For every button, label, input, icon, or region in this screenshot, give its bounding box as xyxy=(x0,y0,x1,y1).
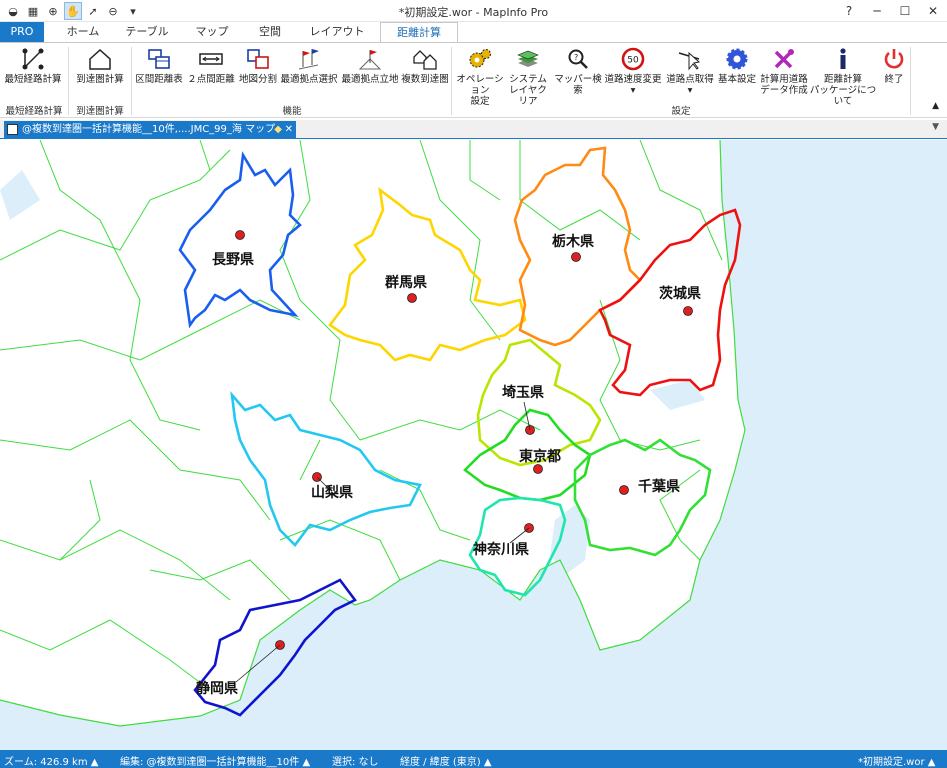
label-saitama: 埼玉県 xyxy=(502,384,544,401)
tab-list-dropdown-icon[interactable]: ▼ xyxy=(932,122,939,132)
tab-spatial[interactable]: 空間 xyxy=(250,22,290,42)
label-shizuoka: 静岡県 xyxy=(196,680,238,697)
tab-close-icon[interactable]: ✕ xyxy=(285,121,293,139)
customize-dropdown-icon[interactable]: ▾ xyxy=(124,2,142,20)
gears-icon xyxy=(469,49,491,68)
optimal-site-select-button[interactable]: 最適拠点選択 xyxy=(279,45,339,103)
marker-tokyo[interactable] xyxy=(533,464,543,474)
speed-icon: 50 xyxy=(621,47,645,71)
about-package-button[interactable]: 距離計算 パッケージについて xyxy=(806,45,880,107)
map-window-icon xyxy=(7,124,18,135)
shortest-route-button[interactable]: 最短経路計算 xyxy=(2,45,64,103)
table-icon xyxy=(148,49,170,69)
tools-icon xyxy=(774,49,794,69)
tab-distance-calc[interactable]: 距離計算 xyxy=(380,22,458,42)
section-distance-table-button[interactable]: 区間距離表 xyxy=(134,45,184,103)
group-label-shortest-route: 最短経路計算 xyxy=(5,106,63,117)
exit-button[interactable]: 終了 xyxy=(880,45,908,103)
label-chiba: 千葉県 xyxy=(638,478,680,495)
operation-settings-button[interactable]: オペレーション 設定 xyxy=(452,45,508,107)
split-icon xyxy=(247,49,269,69)
map-svg[interactable]: 長野県 群馬県 栃木県 茨城県 埼玉県 東京都 千葉県 山梨県 神奈川県 静岡県 xyxy=(0,140,947,750)
group-label-functions: 機能 xyxy=(282,106,302,117)
maximize-icon[interactable]: ☐ xyxy=(891,0,919,22)
power-icon xyxy=(884,49,904,69)
document-tab-bar: @複数到達圏一括計算機能__10件,....JMC_99_海 マップ ◆ ✕ ▼ xyxy=(0,120,947,139)
edit-status[interactable]: 編集: @複数到達圏一括計算機能__10件 ▲ xyxy=(120,753,310,768)
multi-reach-area-button[interactable]: 複数到達圏 xyxy=(400,45,450,103)
separator xyxy=(131,47,132,115)
chevron-down-icon[interactable]: ▾ xyxy=(604,85,662,96)
map-split-button[interactable]: 地図分割 xyxy=(238,45,278,103)
road-point-get-button[interactable]: 道路点取得 ▾ xyxy=(664,45,716,103)
title-bar: ◒ ▦ ⊕ ✋ ➚ ⊖ ▾ *初期設定.wor - MapInfo Pro ? … xyxy=(0,0,947,22)
search-icon: ? xyxy=(568,49,588,69)
tab-table[interactable]: テーブル xyxy=(118,22,176,42)
ruler-icon xyxy=(199,53,223,65)
separator xyxy=(910,47,911,115)
help-button[interactable]: ? xyxy=(835,0,863,22)
ribbon-tabs: PRO ホーム テーブル マップ 空間 レイアウト 距離計算 xyxy=(0,22,947,42)
chevron-down-icon[interactable]: ▾ xyxy=(664,85,716,96)
map-canvas[interactable]: 長野県 群馬県 栃木県 茨城県 埼玉県 東京都 千葉県 山梨県 神奈川県 静岡県 xyxy=(0,140,947,750)
two-point-distance-button[interactable]: ２点間距離 xyxy=(186,45,236,103)
system-layer-clear-button[interactable]: システム レイヤクリア xyxy=(505,45,551,107)
collapse-ribbon-icon[interactable]: ▲ xyxy=(932,101,939,111)
layers-icon xyxy=(517,50,539,67)
info-icon xyxy=(840,48,846,69)
marker-nagano[interactable] xyxy=(235,230,245,240)
svg-text:?: ? xyxy=(574,53,578,62)
workspace-status[interactable]: *初期設定.wor ▲ xyxy=(858,753,935,768)
pin-icon[interactable]: ◆ xyxy=(274,121,282,139)
tab-pro[interactable]: PRO xyxy=(0,22,44,42)
save-workspace-icon[interactable]: ▦ xyxy=(24,2,42,20)
tab-layout[interactable]: レイアウト xyxy=(306,22,368,42)
marker-gunma[interactable] xyxy=(407,293,417,303)
site-icon xyxy=(358,50,382,70)
quick-access-toolbar: ◒ ▦ ⊕ ✋ ➚ ⊖ ▾ xyxy=(4,2,144,20)
basic-settings-button[interactable]: 基本設定 xyxy=(716,45,758,103)
label-tochigi: 栃木県 xyxy=(552,233,594,250)
multi-house-icon xyxy=(413,50,437,70)
optimal-site-location-button[interactable]: 最適拠点立地 xyxy=(340,45,400,103)
zoom-out-icon[interactable]: ⊖ xyxy=(104,2,122,20)
svg-text:50: 50 xyxy=(627,56,639,66)
mapper-search-button[interactable]: ? マッパー検索 xyxy=(552,45,604,103)
flags-icon xyxy=(298,49,319,70)
tab-map[interactable]: マップ xyxy=(190,22,234,42)
select-arrow-icon[interactable]: ➚ xyxy=(84,2,102,20)
road-speed-change-button[interactable]: 50 道路速度変更 ▾ xyxy=(604,45,662,103)
house-icon xyxy=(89,48,111,70)
selection-status: 選択: なし xyxy=(332,757,379,768)
marker-chiba[interactable] xyxy=(619,485,629,495)
tab-home[interactable]: ホーム xyxy=(58,22,108,42)
label-nagano: 長野県 xyxy=(212,252,254,268)
app-logo-icon[interactable]: ◒ xyxy=(4,2,22,20)
gear-icon xyxy=(726,48,748,70)
route-icon xyxy=(22,48,44,70)
pan-hand-icon[interactable]: ✋ xyxy=(64,2,82,20)
ribbon: 最短経路計算 到達圏計算 区間距離表 ２点間距離 地図分割 最適拠点選択 最適拠… xyxy=(0,42,947,118)
separator xyxy=(68,47,69,115)
zoom-status[interactable]: ズーム: 426.9 km ▲ xyxy=(4,753,98,768)
label-yamanashi: 山梨県 xyxy=(311,484,353,501)
close-icon[interactable]: ✕ xyxy=(919,0,947,22)
reach-area-button[interactable]: 到達圏計算 xyxy=(72,45,128,103)
marker-tochigi[interactable] xyxy=(571,252,581,262)
calc-road-data-create-button[interactable]: 計算用道路 データ作成 xyxy=(758,45,810,103)
status-bar: ズーム: 426.9 km ▲ 編集: @複数到達圏一括計算機能__10件 ▲ … xyxy=(0,750,947,768)
group-label-settings: 設定 xyxy=(671,106,691,117)
label-gunma: 群馬県 xyxy=(384,274,427,291)
label-tokyo: 東京都 xyxy=(519,448,561,465)
label-ibaraki: 茨城県 xyxy=(659,285,701,302)
cursor-icon xyxy=(678,51,701,71)
minimize-icon[interactable]: ─ xyxy=(863,0,891,22)
coordinate-status[interactable]: 経度 / 緯度 (東京) ▲ xyxy=(400,753,492,768)
zoom-in-icon[interactable]: ⊕ xyxy=(44,2,62,20)
group-label-reach-area: 到達圏計算 xyxy=(76,106,124,117)
map-window-tab[interactable]: @複数到達圏一括計算機能__10件,....JMC_99_海 マップ ◆ ✕ xyxy=(4,121,296,139)
label-kanagawa: 神奈川県 xyxy=(473,541,529,558)
marker-ibaraki[interactable] xyxy=(683,306,693,316)
